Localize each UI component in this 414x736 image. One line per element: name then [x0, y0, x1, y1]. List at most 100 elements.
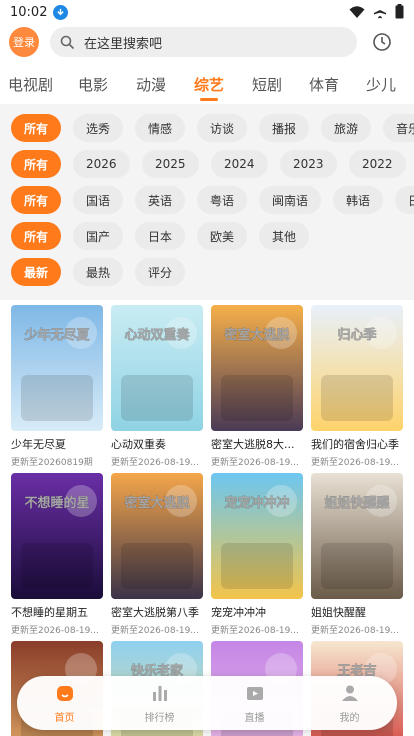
filter-chip[interactable]: 评分 — [135, 258, 186, 286]
show-update-info: 更新至2026-08-19... — [11, 626, 99, 636]
filter-row-2: 所有国语英语粤语闽南语韩语日语其他 — [11, 186, 414, 214]
user-icon — [340, 683, 360, 709]
category-tabs: 电视剧 电影 动漫 综艺 短剧 体育 少儿 — [0, 70, 414, 100]
filter-chip[interactable]: 2023 — [280, 150, 337, 178]
history-icon — [373, 33, 391, 51]
filter-panel: 所有选秀情感访谈播报旅游音乐美食所有2026202520242023202220… — [0, 104, 414, 300]
show-update-info: 更新至20260819期 — [11, 458, 93, 468]
show-update-info: 更新至2026-08-19... — [211, 626, 299, 636]
search-placeholder: 在这里搜索吧 — [84, 36, 163, 52]
filter-chip[interactable]: 情感 — [135, 114, 186, 142]
filter-chip[interactable]: 音乐 — [383, 114, 414, 142]
show-card[interactable]: 少年无尽夏 少年无尽夏更新至20260819期 — [11, 305, 103, 468]
show-title: 心动双重奏 — [111, 438, 166, 451]
filter-chip[interactable]: 国语 — [73, 186, 124, 214]
nav-user[interactable]: 我的 — [302, 676, 397, 730]
svg-text:宠宠冲冲冲: 宠宠冲冲冲 — [224, 495, 289, 511]
airplane-icon — [374, 5, 386, 18]
show-title: 密室大逃脱第八季 — [111, 606, 199, 619]
nav-home[interactable]: 首页 — [17, 676, 112, 730]
poster-image: 心动双重奏 — [111, 305, 203, 431]
battery-icon — [395, 4, 404, 19]
poster-image: 少年无尽夏 — [11, 305, 103, 431]
show-card[interactable]: 心动双重奏 心动双重奏更新至2026-08-19... — [111, 305, 203, 468]
live-icon — [245, 683, 265, 709]
filter-chip[interactable]: 播报 — [259, 114, 310, 142]
filter-chip[interactable]: 所有 — [11, 114, 62, 142]
nav-label: 我的 — [339, 712, 360, 724]
filter-chip[interactable]: 最热 — [73, 258, 124, 286]
filter-chip[interactable]: 日语 — [395, 186, 414, 214]
show-card[interactable]: 密室大逃脱 密室大逃脱8大... 更新至2026-08-19... — [211, 305, 303, 468]
nav-label: 首页 — [54, 712, 75, 724]
show-update-info: 更新至2026-08-19... — [111, 458, 199, 468]
filter-chip[interactable]: 日本 — [135, 222, 186, 250]
tab-3[interactable]: 综艺 — [194, 74, 224, 95]
download-icon — [53, 4, 69, 20]
poster-image: 密室大逃脱 — [111, 473, 203, 599]
poster-image: 姐姐快醒醒 — [311, 473, 403, 599]
filter-chip[interactable]: 所有 — [11, 150, 62, 178]
status-bar: 10:02 — [0, 0, 414, 24]
filter-row-3: 所有 国产 日本 欧美 其他 — [11, 222, 414, 250]
filter-chip[interactable]: 所有 — [11, 186, 62, 214]
svg-text:心动双重奏: 心动双重奏 — [124, 327, 190, 343]
show-title: 密室大逃脱8大... — [211, 438, 295, 451]
nav-live[interactable]: 直播 — [207, 676, 302, 730]
show-update-info: 更新至2026-08-19... — [211, 458, 299, 468]
search-input[interactable]: 在这里搜索吧 — [50, 27, 357, 57]
filter-row-4: 最新 最热 评分 — [11, 258, 414, 286]
filter-chip[interactable]: 闽南语 — [259, 186, 322, 214]
show-card[interactable]: 宠宠冲冲冲 宠宠冲冲冲更新至2026-08-19... — [211, 473, 303, 636]
home-icon — [55, 683, 75, 709]
show-title: 不想睡的星期五 — [11, 606, 88, 619]
filter-chip[interactable]: 欧美 — [197, 222, 248, 250]
svg-text:姐姐快醒醒: 姐姐快醒醒 — [324, 495, 389, 511]
tab-2[interactable]: 动漫 — [136, 74, 166, 95]
tab-0[interactable]: 电视剧 — [8, 74, 53, 95]
filter-chip[interactable]: 2024 — [211, 150, 268, 178]
filter-chip[interactable]: 旅游 — [321, 114, 372, 142]
filter-chip[interactable]: 2025 — [142, 150, 199, 178]
filter-chip[interactable]: 英语 — [135, 186, 186, 214]
filter-row-0: 所有选秀情感访谈播报旅游音乐美食 — [11, 114, 414, 142]
filter-chip[interactable]: 2026 — [73, 150, 130, 178]
filter-chip[interactable]: 其他 — [259, 222, 310, 250]
tab-1[interactable]: 电影 — [78, 74, 108, 95]
tab-4[interactable]: 短剧 — [252, 74, 282, 95]
filter-chip[interactable]: 最新 — [11, 258, 62, 286]
svg-text:少年无尽夏: 少年无尽夏 — [23, 327, 90, 343]
nav-chart[interactable]: 排行榜 — [112, 676, 207, 730]
show-card[interactable]: 归心季 我们的宿舍归心季 更新至2026-08-19... — [311, 305, 403, 468]
tab-5[interactable]: 体育 — [309, 74, 339, 95]
history-button[interactable] — [372, 32, 392, 56]
svg-text:不想睡的星: 不想睡的星 — [24, 495, 89, 511]
content-grid: 少年无尽夏 少年无尽夏更新至20260819期 心动双重奏 心动双重奏更新至20… — [0, 300, 414, 736]
filter-chip[interactable]: 2022 — [349, 150, 406, 178]
show-card[interactable]: 密室大逃脱 密室大逃脱第八季 更新至2026-08-19... — [111, 473, 203, 636]
chart-icon — [150, 683, 170, 709]
show-title: 少年无尽夏 — [11, 438, 66, 451]
filter-row-1: 所有202620252024202320222021 — [11, 150, 414, 178]
filter-chip[interactable]: 韩语 — [333, 186, 384, 214]
show-card[interactable]: 不想睡的星 不想睡的星期五更新至2026-08-19... — [11, 473, 103, 636]
filter-chip[interactable]: 所有 — [11, 222, 62, 250]
filter-chip[interactable]: 访谈 — [197, 114, 248, 142]
filter-chip[interactable]: 粤语 — [197, 186, 248, 214]
filter-chip[interactable]: 国产 — [73, 222, 124, 250]
show-title: 姐姐快醒醒 — [311, 606, 366, 619]
login-button[interactable]: 登录 — [9, 27, 39, 57]
tab-6[interactable]: 少儿 — [366, 74, 396, 95]
show-title: 宠宠冲冲冲 — [211, 606, 266, 619]
show-card[interactable]: 姐姐快醒醒 姐姐快醒醒 更新至2026-08-19... — [311, 473, 403, 636]
show-update-info: 更新至2026-08-19... — [311, 458, 399, 468]
filter-chip[interactable]: 选秀 — [73, 114, 124, 142]
search-row: 登录 在这里搜索吧 — [0, 26, 414, 60]
poster-image: 不想睡的星 — [11, 473, 103, 599]
nav-label: 排行榜 — [144, 712, 175, 724]
app-root: 10:02 登录 在这里搜索吧 电视剧 电影 动漫 综艺 短剧 体育 少儿 所有 选秀 情感 访谈… — [0, 0, 414, 736]
poster-image: 宠宠冲冲冲 — [211, 473, 303, 599]
poster-image: 归心季 — [311, 305, 403, 431]
show-title: 我们的宿舍归心季 — [311, 438, 399, 451]
status-time: 10:02 — [10, 4, 48, 20]
